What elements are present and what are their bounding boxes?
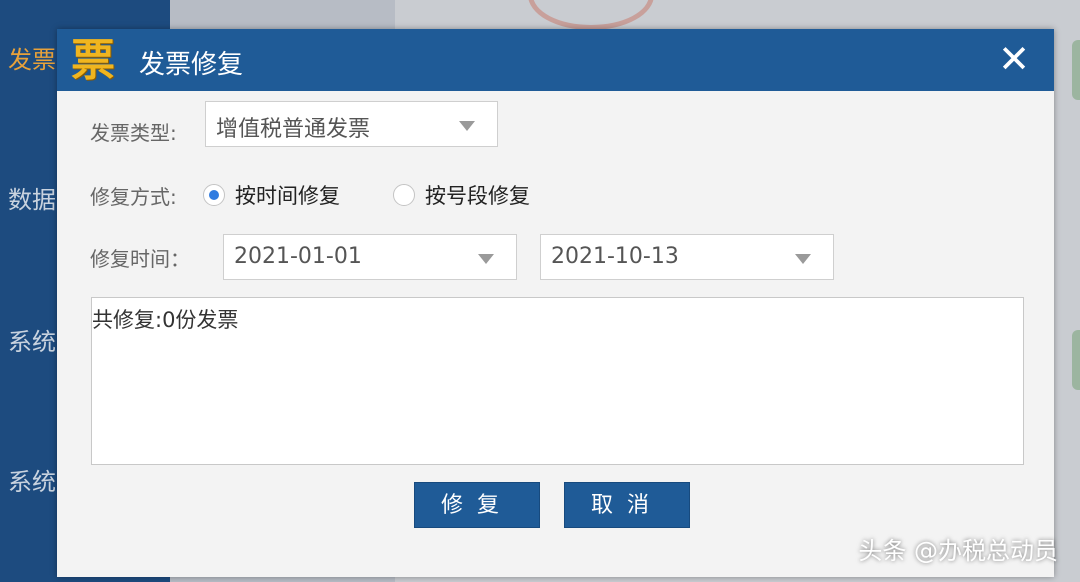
repair-result-textarea[interactable]: 共修复:0份发票: [91, 297, 1024, 465]
background-edge-icon: [1072, 40, 1080, 100]
radio-label-by-time: 按时间修复: [235, 184, 340, 208]
repair-time-label: 修复时间：: [90, 247, 190, 271]
invoice-logo-icon: 票: [71, 35, 115, 86]
close-button[interactable]: ✕: [996, 39, 1032, 79]
invoice-repair-dialog: 票 发票修复 ✕ 发票类型: 增值税普通发票 修复方式: 按时间修复 按号段修复…: [57, 29, 1054, 577]
repair-button[interactable]: 修复: [414, 482, 540, 528]
end-date-select[interactable]: 2021-10-13: [540, 234, 834, 280]
start-date-select[interactable]: 2021-01-01: [223, 234, 517, 280]
chevron-down-icon: [478, 254, 494, 264]
repair-method-label: 修复方式:: [90, 185, 177, 209]
radio-repair-by-time[interactable]: 按时间修复: [203, 180, 340, 210]
radio-selected-icon: [203, 184, 225, 206]
radio-unselected-icon: [393, 184, 415, 206]
end-date-value: 2021-10-13: [551, 244, 679, 269]
dialog-title: 发票修复: [139, 50, 244, 80]
chevron-down-icon: [459, 121, 475, 131]
repair-result-text: 共修复:0份发票: [92, 308, 239, 332]
watermark: 头条 @办税总动员: [858, 537, 1058, 565]
radio-repair-by-number[interactable]: 按号段修复: [393, 180, 530, 210]
sidebar-item-system-2[interactable]: 系统: [8, 462, 56, 497]
sidebar-item-data[interactable]: 数据: [8, 180, 56, 215]
dialog-titlebar: 票 发票修复 ✕: [57, 29, 1054, 91]
sidebar-item-system-1[interactable]: 系统: [8, 322, 56, 357]
invoice-type-select[interactable]: 增值税普通发票: [205, 101, 498, 147]
cancel-button[interactable]: 取消: [564, 482, 690, 528]
start-date-value: 2021-01-01: [234, 244, 362, 269]
invoice-type-value: 增值税普通发票: [216, 117, 371, 142]
sidebar-item-invoice[interactable]: 发票: [8, 40, 56, 75]
chevron-down-icon: [795, 254, 811, 264]
radio-label-by-number: 按号段修复: [425, 184, 530, 208]
background-edge-icon: [1072, 330, 1080, 390]
invoice-type-label: 发票类型:: [90, 121, 177, 145]
